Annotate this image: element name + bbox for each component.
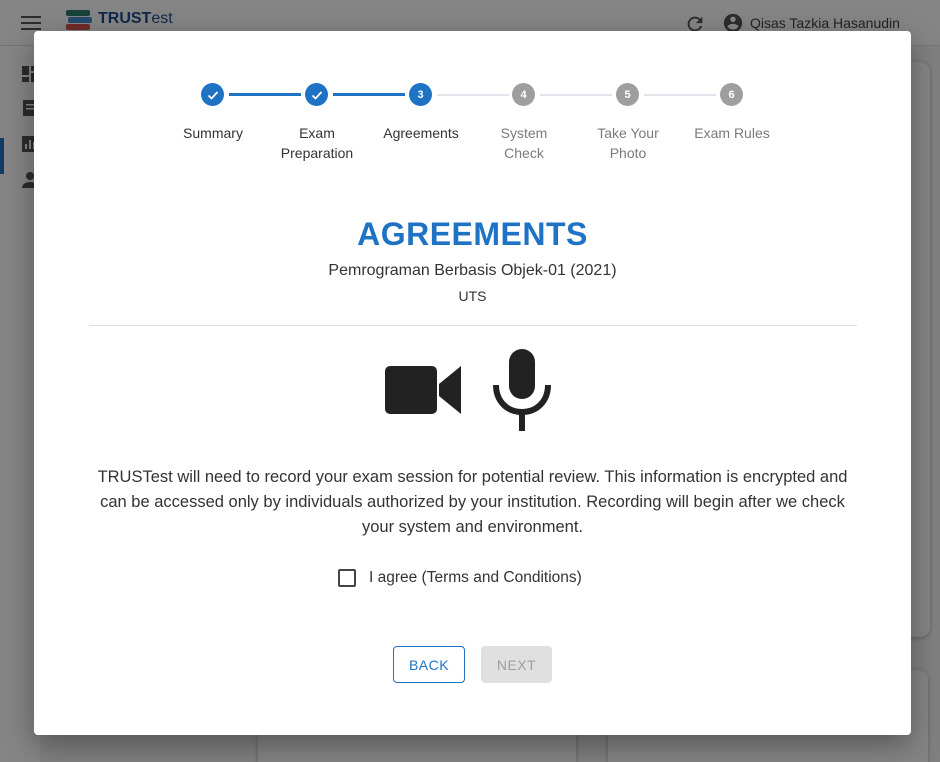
- step-5-label: Take Your Photo: [597, 125, 659, 161]
- agree-checkbox-row[interactable]: I agree (Terms and Conditions): [338, 567, 582, 589]
- step-5-indicator: 5: [616, 83, 639, 106]
- step-connector: [437, 94, 509, 96]
- step-6-label: Exam Rules: [694, 125, 770, 141]
- step-3-indicator: 3: [409, 83, 432, 106]
- camera-icon: [385, 363, 461, 417]
- step-4-label: System Check: [500, 125, 548, 161]
- check-icon: [311, 90, 322, 100]
- step-2-label: Exam Preparation: [280, 125, 354, 161]
- course-name: Pemrograman Berbasis Objek-01 (2021): [328, 262, 617, 279]
- step-1-label: Summary: [183, 125, 243, 141]
- step-2-indicator: [305, 83, 328, 106]
- recording-notice: TRUSTest will need to record your exam s…: [97, 468, 848, 536]
- next-button[interactable]: NEXT: [481, 646, 552, 683]
- agreements-dialog: Summary Exam Preparation 3 Agreements 4 S…: [34, 31, 911, 735]
- step-connector: [540, 94, 612, 96]
- step-3-label: Agreements: [383, 125, 459, 141]
- step-6-indicator: 6: [720, 83, 743, 106]
- page-title: AGREEMENTS: [357, 216, 588, 252]
- step-connector: [644, 94, 716, 96]
- agree-checkbox[interactable]: [338, 569, 356, 587]
- exam-type: UTS: [458, 288, 487, 304]
- check-icon: [207, 90, 218, 100]
- step-4-indicator: 4: [512, 83, 535, 106]
- step-1-indicator: [201, 83, 224, 106]
- divider: [89, 325, 857, 326]
- step-connector: [229, 93, 301, 96]
- agree-label[interactable]: I agree (Terms and Conditions): [369, 569, 582, 587]
- back-button[interactable]: BACK: [393, 646, 465, 683]
- microphone-icon: [492, 349, 552, 431]
- step-connector: [333, 93, 405, 96]
